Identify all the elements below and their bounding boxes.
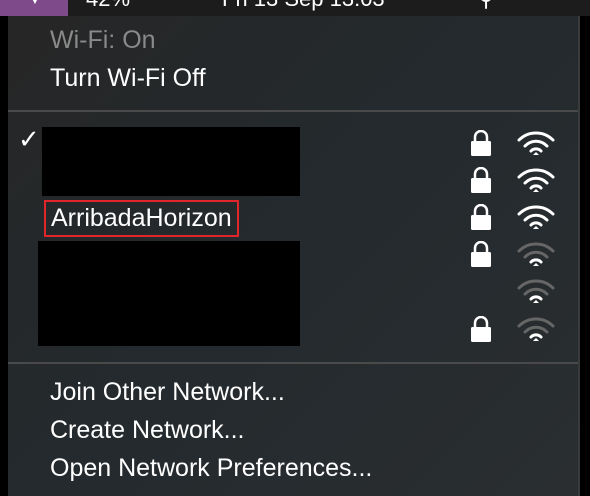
turn-wifi-off[interactable]: Turn Wi-Fi Off <box>50 64 206 93</box>
clock[interactable]: Fri 13 Sep 13:03 <box>222 0 385 12</box>
search-icon[interactable]: ⚲ <box>478 0 494 12</box>
upload-icon: ▼ <box>30 0 40 7</box>
lock-icon <box>471 130 491 156</box>
menu-bar: ▼ 42% Fri 13 Sep 13:03 ⚲ <box>0 0 590 16</box>
wifi-signal-icon <box>517 205 555 229</box>
open-network-preferences[interactable]: Open Network Preferences... <box>50 454 372 483</box>
wifi-signal-icon <box>517 168 555 192</box>
checkmark-icon: ✓ <box>18 124 40 154</box>
separator <box>8 110 578 112</box>
app-status-item[interactable]: ▼ <box>0 0 68 16</box>
lock-icon <box>471 316 491 342</box>
wifi-status: Wi-Fi: On <box>50 26 156 54</box>
lock-icon <box>471 204 491 230</box>
wifi-signal-icon <box>517 131 555 155</box>
separator <box>8 362 578 364</box>
wifi-signal-icon <box>517 317 555 341</box>
join-other-network[interactable]: Join Other Network... <box>50 378 285 407</box>
redacted-network-names <box>42 127 300 196</box>
lock-icon <box>471 241 491 267</box>
wifi-signal-icon <box>517 242 555 266</box>
network-name-highlighted[interactable]: ArribadaHorizon <box>44 200 239 237</box>
battery-percent[interactable]: 42% <box>86 0 130 12</box>
create-network[interactable]: Create Network... <box>50 416 245 445</box>
wifi-menu: Wi-Fi: On Turn Wi-Fi Off ✓ ArribadaHoriz… <box>8 16 580 496</box>
wifi-signal-icon <box>517 279 555 303</box>
lock-icon <box>471 167 491 193</box>
redacted-network-names <box>38 241 300 346</box>
